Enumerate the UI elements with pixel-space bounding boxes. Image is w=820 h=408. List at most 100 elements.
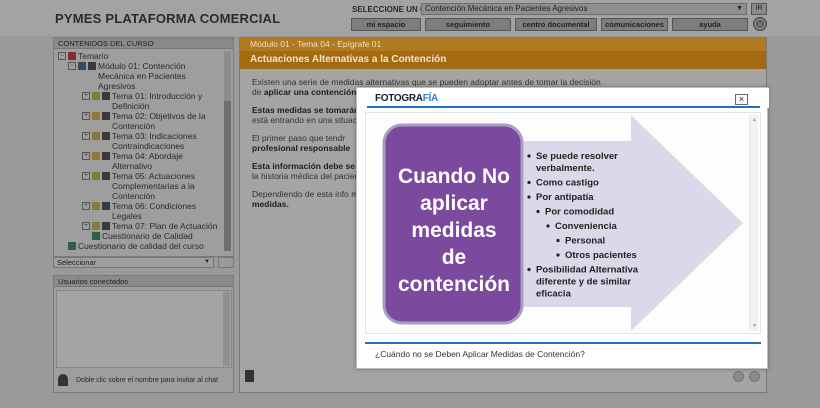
course-tree: − Temario − Módulo 01: Contención Mecáni… (54, 49, 233, 251)
expand-icon[interactable]: + (82, 132, 90, 140)
course-select-value: Contención Mecánica en Pacientes Agresiv… (425, 4, 588, 13)
slide-title-line: Cuando No (398, 165, 510, 188)
paragraph-text: la historia médica del pacien (252, 170, 360, 181)
section-go-button[interactable] (218, 257, 234, 268)
tree-item[interactable]: − Módulo 01: Contención Mecánica en Paci… (54, 61, 214, 91)
checkbox-icon[interactable] (102, 202, 110, 210)
scroll-down-icon[interactable]: ▼ (752, 323, 757, 329)
tree-item-label: Tema 03: Indicaciones Contraindicaciones (112, 131, 197, 151)
header-divider (367, 106, 760, 108)
section-select[interactable]: Seleccionar ▼ (53, 257, 214, 268)
brand-title: PYMES PLATAFORMA COMERCIAL (55, 11, 281, 26)
expand-icon[interactable]: + (82, 172, 90, 180)
bullet-text: Conveniencia (555, 221, 617, 232)
tree-item[interactable]: + Tema 01: Introducción y Definición (54, 91, 224, 111)
tree-item[interactable]: Cuestionario de calidad del curso (54, 241, 224, 251)
paragraph-bold: aplicar una contención (263, 86, 357, 97)
bullet-text: Otros pacientes (565, 250, 637, 261)
tree-item[interactable]: + Tema 06: Condiciones Legales (54, 201, 224, 221)
course-select[interactable]: Contención Mecánica en Pacientes Agresiv… (421, 3, 747, 15)
photo-modal: FOTOGRAFÍA × Cuando No aplicar medidas de co… (356, 87, 769, 369)
checkbox-icon[interactable] (102, 172, 110, 180)
next-page-icon[interactable] (749, 371, 760, 382)
logo-main-text: FOTOGRA (375, 93, 423, 104)
caption-divider (365, 342, 761, 344)
folder-icon (92, 112, 100, 120)
nav-mi-espacio[interactable]: mi espacio (351, 18, 421, 31)
collapse-icon[interactable]: − (58, 52, 66, 60)
expand-icon[interactable]: + (82, 222, 90, 230)
checkbox-icon[interactable] (102, 112, 110, 120)
connected-users-title: Usuarios conectados (54, 276, 233, 287)
paragraph-bold: Esta información debe se (252, 161, 355, 171)
tree-item-label: Tema 02: Objetivos de la Contención (112, 111, 206, 131)
nav-seguimiento[interactable]: seguimiento (425, 18, 511, 31)
bullet-text: Como castigo (536, 178, 599, 189)
nav-ayuda[interactable]: ayuda (672, 18, 748, 31)
tree-item-label: Cuestionario de calidad del curso (78, 241, 204, 251)
folder-icon (92, 172, 100, 180)
slide-title-line: medidas (411, 219, 496, 242)
tree-item[interactable]: + Tema 03: Indicaciones Contraindicacion… (54, 131, 224, 151)
page-up-icon[interactable] (245, 370, 254, 382)
bullet-dot (556, 253, 560, 257)
tree-item-label: Cuestionario de Calidad (102, 231, 193, 241)
modal-header: FOTOGRAFÍA × (357, 88, 769, 108)
expand-icon[interactable]: + (82, 152, 90, 160)
paragraph-bold: profesional responsable (252, 142, 351, 153)
slide-viewer: Cuando No aplicar medidas de contención Se p… (365, 112, 761, 334)
power-icon[interactable]: ⏻ (753, 17, 767, 31)
page-title: Actuaciones Alternativas a la Contención (240, 51, 766, 69)
tree-scrollbar[interactable] (224, 51, 231, 251)
slide-title-text: Cuando No aplicar medidas de contención (398, 165, 510, 296)
chevron-down-icon: ▼ (204, 259, 210, 265)
nav-centro-documental[interactable]: centro documental (515, 18, 597, 31)
connected-users-list[interactable] (56, 290, 232, 368)
folder-icon (92, 132, 100, 140)
bullet-text: verbalmente. (536, 163, 595, 174)
tree-item-label: Tema 05: Actuaciones Complementarias a l… (112, 171, 196, 201)
scroll-up-icon[interactable]: ▲ (752, 117, 757, 123)
book-icon (78, 62, 86, 70)
expand-icon[interactable]: + (82, 92, 90, 100)
photo-caption: ¿Cuándo no se Deben Aplicar Medidas de C… (375, 349, 585, 359)
previous-page-icon[interactable] (733, 371, 744, 382)
bullet-text: diferente y de similar (536, 277, 631, 288)
checkbox-icon[interactable] (88, 62, 96, 70)
folder-icon (92, 92, 100, 100)
expand-icon[interactable]: + (82, 202, 90, 210)
tree-item[interactable]: − Temario (54, 51, 233, 61)
bullet-dot (527, 195, 531, 199)
go-button[interactable]: IR (751, 3, 767, 15)
folder-icon (92, 222, 100, 230)
modal-logo: FOTOGRAFÍA (375, 93, 438, 104)
tree-item[interactable]: + Tema 07: Plan de Actuación (54, 221, 224, 231)
checkbox-icon[interactable] (102, 132, 110, 140)
tree-item[interactable]: + Tema 02: Objetivos de la Contención (54, 111, 224, 131)
slide-scrollbar[interactable]: ▲ ▼ (749, 115, 758, 331)
tree-item[interactable]: Cuestionario de Calidad (54, 231, 224, 241)
nav-comunicaciones[interactable]: comunicaciones (601, 18, 668, 31)
tree-item[interactable]: + Tema 04: Abordaje Alternativo (54, 151, 224, 171)
section-select-value: Seleccionar (57, 258, 97, 267)
paragraph-bold: medidas. (252, 198, 289, 209)
slide-title-line: contención (398, 273, 510, 296)
checkbox-icon[interactable] (102, 152, 110, 160)
tree-item-label: Módulo 01: Contención Mecánica en Pacien… (98, 61, 186, 91)
breadcrumb: Módulo 01 - Tema 04 - Epígrafe 01 (240, 38, 766, 51)
document-icon (68, 242, 76, 250)
expand-icon[interactable]: + (82, 112, 90, 120)
slide-image: Cuando No aplicar medidas de contención Se p… (382, 115, 743, 331)
checkbox-icon[interactable] (102, 222, 110, 230)
slide-title-line: aplicar (420, 192, 488, 215)
collapse-icon[interactable]: − (68, 62, 76, 70)
tree-item[interactable]: + Tema 05: Actuaciones Complementarias a… (54, 171, 224, 201)
bullet-dot (556, 238, 560, 243)
scrollbar-thumb[interactable] (224, 101, 231, 251)
users-scrollbar[interactable] (223, 292, 230, 366)
bullet-dot (527, 180, 531, 185)
users-hint: Doble clic sobre el nombre para invitar … (76, 377, 219, 384)
close-button[interactable]: × (735, 94, 748, 105)
course-contents-title: CONTENIDOS DEL CURSO (54, 38, 233, 49)
checkbox-icon[interactable] (102, 92, 110, 100)
